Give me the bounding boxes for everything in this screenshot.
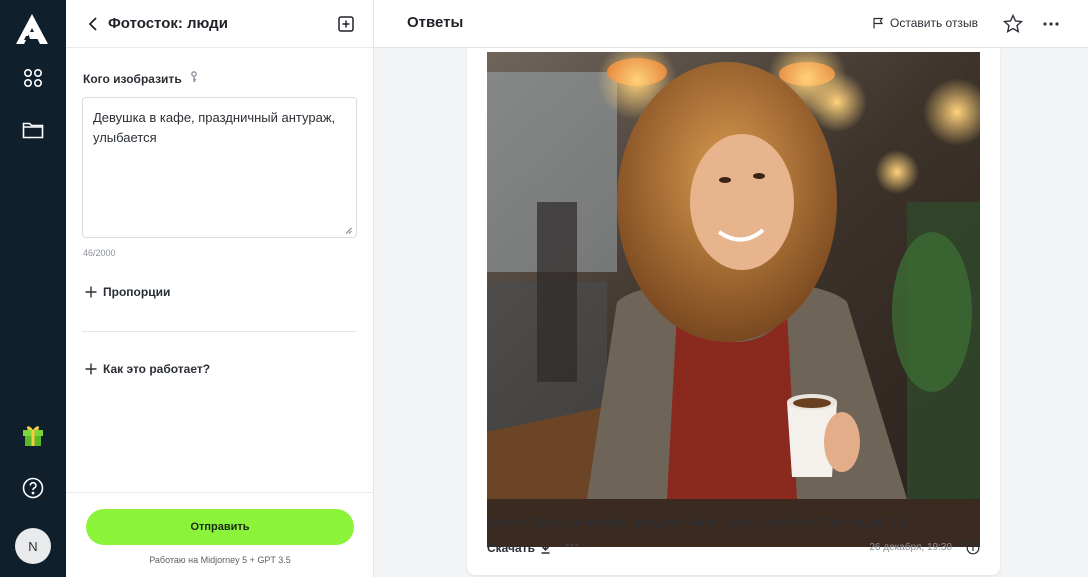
prompt-textarea[interactable]: Девушка в кафе, праздничный антураж, улы… bbox=[82, 97, 357, 238]
answer-card: Запрос: Девушка в кафе, праздничный анту… bbox=[467, 48, 1000, 575]
back-chevron-icon[interactable] bbox=[88, 16, 102, 31]
plus-icon bbox=[85, 286, 97, 298]
page-title: Ответы bbox=[407, 14, 464, 31]
generated-image[interactable] bbox=[487, 52, 980, 547]
left-rail: N bbox=[0, 0, 66, 577]
prompt-label-row: Кого изобразить bbox=[83, 71, 198, 86]
panel-footer: Отправить Работаю на Midjorney 5 + GPT 3… bbox=[66, 492, 374, 577]
flag-icon bbox=[873, 17, 884, 29]
answer-timestamp: 26 декабря, 19:30 bbox=[869, 542, 952, 553]
plus-icon bbox=[85, 363, 97, 375]
info-icon[interactable] bbox=[966, 541, 980, 555]
app-logo[interactable] bbox=[14, 12, 50, 46]
download-label: Скачать bbox=[487, 541, 535, 555]
powered-by-text: Работаю на Midjorney 5 + GPT 3.5 bbox=[149, 555, 291, 565]
answer-actions: Скачать 26 декабря, 19:30 bbox=[487, 541, 980, 561]
download-button[interactable]: Скачать bbox=[487, 541, 551, 555]
main-header: Ответы Оставить отзыв bbox=[374, 0, 1088, 48]
gift-icon[interactable] bbox=[19, 420, 47, 448]
how-it-works-toggle[interactable]: Как это работает? bbox=[85, 362, 210, 376]
generator-panel: Фотосток: люди Кого изобразить Девушка в… bbox=[66, 0, 374, 577]
feedback-button[interactable]: Оставить отзыв bbox=[872, 16, 978, 30]
apps-grid-icon[interactable] bbox=[21, 66, 45, 90]
prompt-label: Кого изобразить bbox=[83, 71, 182, 86]
more-options-icon[interactable] bbox=[1040, 13, 1062, 35]
folder-icon[interactable] bbox=[21, 118, 45, 142]
download-icon bbox=[541, 543, 550, 554]
how-it-works-label: Как это работает? bbox=[103, 362, 211, 376]
proportions-label: Пропорции bbox=[103, 285, 171, 299]
star-icon[interactable] bbox=[1002, 13, 1024, 35]
char-counter: 46/2000 bbox=[83, 248, 116, 258]
send-button[interactable]: Отправить bbox=[86, 509, 354, 545]
avatar[interactable]: N bbox=[15, 528, 51, 564]
key-hint-icon[interactable] bbox=[190, 71, 198, 86]
divider bbox=[82, 331, 357, 332]
panel-title: Фотосток: люди bbox=[108, 15, 228, 32]
prompt-text: Девушка в кафе, праздничный антураж, улы… bbox=[93, 110, 336, 145]
help-icon[interactable] bbox=[21, 476, 45, 500]
new-chat-icon[interactable] bbox=[337, 15, 355, 33]
panel-header: Фотосток: люди bbox=[66, 0, 373, 48]
proportions-toggle[interactable]: Пропорции bbox=[85, 285, 170, 299]
answer-more-icon[interactable] bbox=[565, 538, 579, 555]
resize-handle-icon[interactable] bbox=[345, 227, 352, 234]
feedback-label: Оставить отзыв bbox=[890, 16, 978, 30]
request-text: Запрос: Девушка в кафе, праздничный анту… bbox=[487, 515, 908, 529]
